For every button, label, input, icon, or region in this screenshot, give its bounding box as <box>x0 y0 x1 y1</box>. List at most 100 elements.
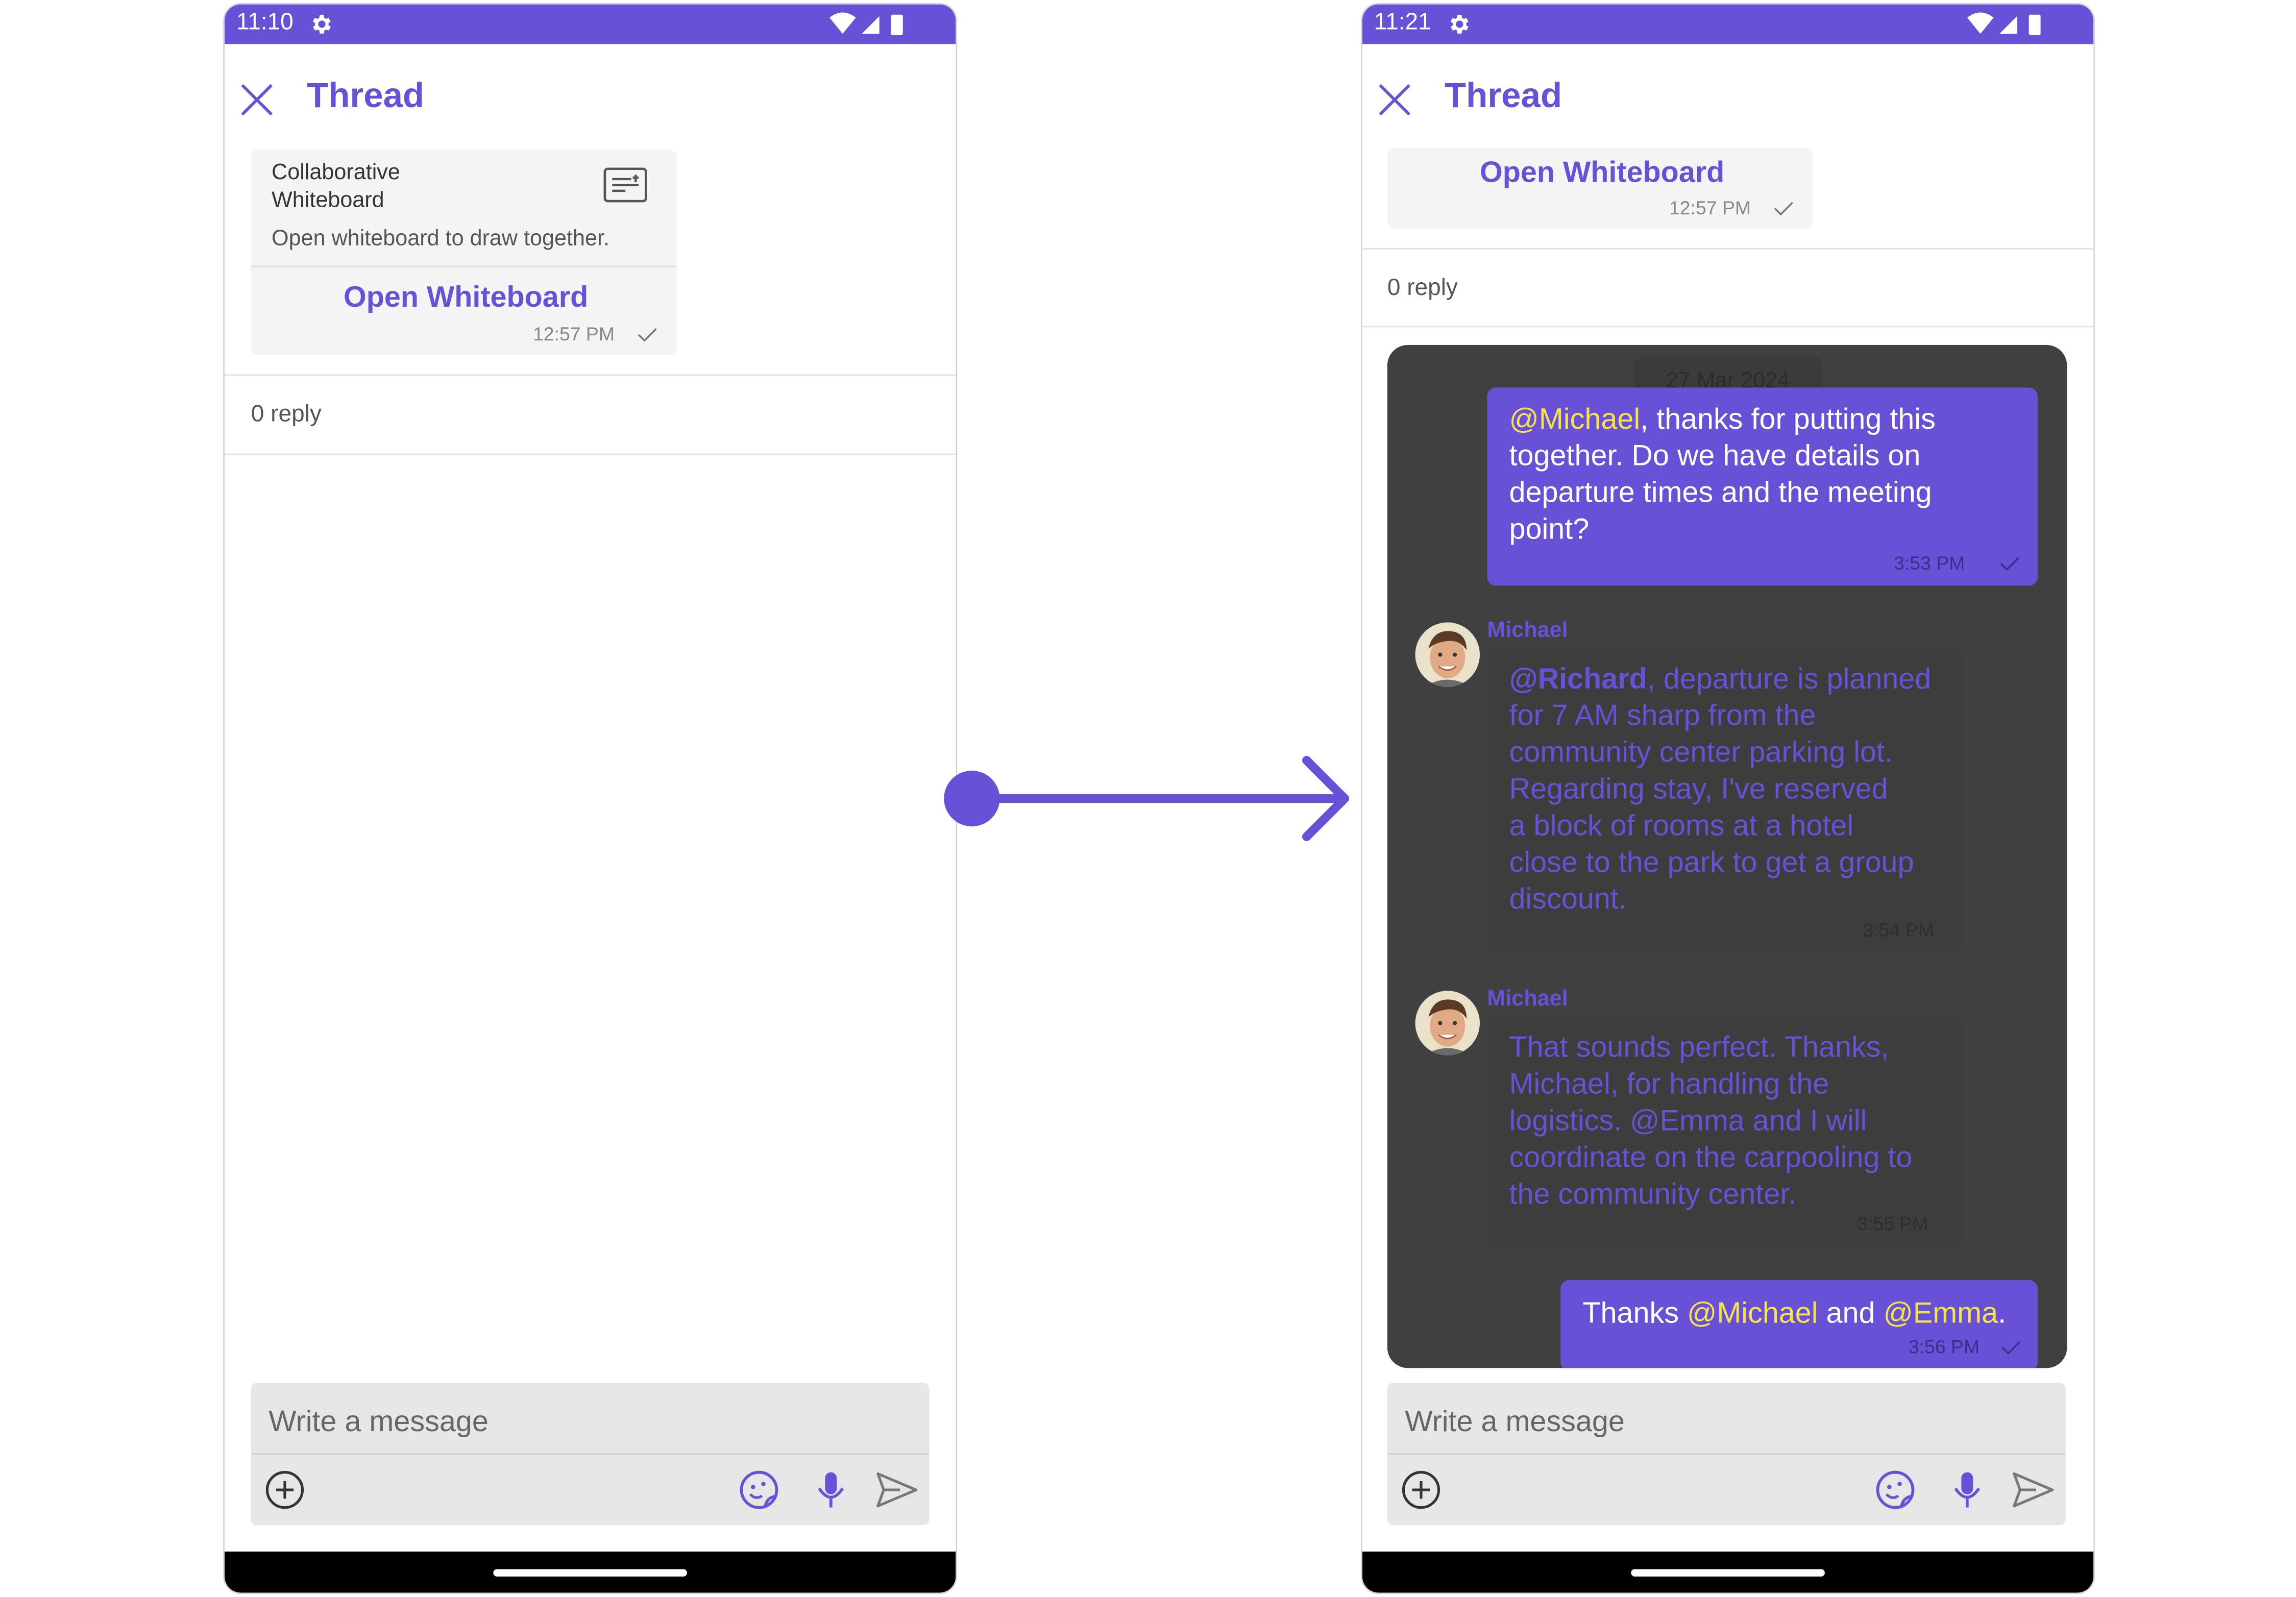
signal-icon <box>1999 16 2017 34</box>
text-line: community center parking lot. <box>1509 736 1893 770</box>
text-line: for 7 AM sharp from the <box>1509 700 1816 733</box>
sender-name: Michael <box>1487 618 1568 643</box>
message-text: That sounds perfect. Thanks, Michael, fo… <box>1509 1030 1957 1214</box>
battery-icon <box>2029 14 2041 36</box>
microphone-icon[interactable] <box>1945 1468 1989 1512</box>
reply-count: 0 reply <box>251 402 322 427</box>
phone-after: 11:21 Thread Open Whiteboard 12:57 PM 0 … <box>1361 3 2095 1594</box>
close-icon[interactable] <box>1377 82 1412 117</box>
text-line: departure times and the meeting <box>1509 477 1932 509</box>
text-line: close to the park to get a group <box>1509 847 1914 879</box>
card-title: Collaborative Whiteboard <box>272 160 400 213</box>
composer-divider <box>251 1453 930 1455</box>
text-line: discount. <box>1509 883 1627 916</box>
message-text: @Richard, departure is planned for 7 AM … <box>1509 662 1957 919</box>
sticker-icon[interactable] <box>1873 1468 1917 1512</box>
microphone-icon[interactable] <box>809 1468 853 1512</box>
open-whiteboard-button[interactable]: Open Whiteboard <box>344 282 588 315</box>
text-line: point? <box>1509 513 1590 546</box>
text-line: Michael, for handling the <box>1509 1068 1829 1101</box>
wifi-icon <box>1967 12 1994 34</box>
message-input[interactable] <box>265 1397 918 1447</box>
message-list: 27 Mar 2024 @Michael, thanks for putting… <box>1387 345 2067 1368</box>
whiteboard-icon <box>603 167 647 203</box>
incoming-message-bubble[interactable]: That sounds perfect. Thanks, Michael, fo… <box>1487 1016 1963 1248</box>
message-time: 12:57 PM <box>1669 196 1751 219</box>
page-title: Thread <box>307 76 425 116</box>
navigation-bar <box>1362 1551 2094 1593</box>
whiteboard-card: Open Whiteboard 12:57 PM <box>1387 148 1813 229</box>
add-attachment-icon[interactable] <box>263 1468 307 1512</box>
check-icon <box>638 328 657 342</box>
message-composer <box>251 1383 930 1526</box>
divider <box>225 374 956 376</box>
add-attachment-icon[interactable] <box>1399 1468 1443 1512</box>
whiteboard-card: Collaborative Whiteboard Open whiteboard… <box>251 150 677 355</box>
message-text: Thanks @Michael and @Emma. <box>1582 1296 2006 1333</box>
mention[interactable]: @Richard <box>1509 664 1647 696</box>
divider <box>1362 248 2094 250</box>
text-line: Regarding stay, I've reserved <box>1509 773 1888 806</box>
text-line: together. Do we have details on <box>1509 440 1921 473</box>
outgoing-message-bubble[interactable]: Thanks @Michael and @Emma. 3:56 PM <box>1560 1280 2038 1368</box>
mention[interactable]: @Emma <box>1884 1297 1998 1330</box>
status-bar: 11:10 <box>225 4 956 44</box>
settings-gear-icon <box>1450 15 1469 34</box>
open-whiteboard-button[interactable]: Open Whiteboard <box>1480 157 1724 191</box>
text-segment: . <box>1998 1297 2007 1330</box>
incoming-message-bubble[interactable]: @Richard, departure is planned for 7 AM … <box>1487 647 1963 953</box>
page-title: Thread <box>1444 76 1562 116</box>
message-composer <box>1387 1383 2066 1526</box>
check-icon <box>2000 557 2019 571</box>
text-line: , thanks for putting this <box>1640 403 1936 436</box>
message-time: 3:56 PM <box>1908 1336 1980 1358</box>
check-icon <box>1774 202 1793 216</box>
user-photo-icon <box>1415 991 1480 1055</box>
thread-header: Thread <box>225 44 956 150</box>
message-time: 12:57 PM <box>532 323 615 345</box>
system-status-icons <box>829 12 903 36</box>
card-divider <box>251 265 677 267</box>
divider <box>225 453 956 455</box>
reply-count: 0 reply <box>1387 276 1458 301</box>
sender-name: Michael <box>1487 986 1568 1012</box>
text-segment: and <box>1818 1297 1884 1330</box>
thread-header: Thread <box>1362 44 2093 150</box>
message-time: 3:54 PM <box>1863 919 1934 941</box>
message-input[interactable] <box>1402 1397 2054 1447</box>
sticker-icon[interactable] <box>737 1468 781 1512</box>
composer-divider <box>1387 1453 2066 1455</box>
send-icon[interactable] <box>875 1468 919 1512</box>
text-line: a block of rooms at a hotel <box>1509 810 1854 843</box>
status-time: 11:10 <box>236 10 294 36</box>
message-time: 3:55 PM <box>1857 1212 1928 1235</box>
settings-gear-icon <box>312 15 331 34</box>
card-description: Open whiteboard to draw together. <box>272 226 609 251</box>
home-indicator[interactable] <box>493 1569 687 1577</box>
signal-icon <box>862 16 880 34</box>
check-icon <box>2001 1341 2021 1355</box>
message-text: @Michael, thanks for putting this togeth… <box>1509 402 2031 549</box>
battery-icon <box>891 14 903 36</box>
text-line: coordinate on the carpooling to <box>1509 1142 1913 1174</box>
wifi-icon <box>829 12 856 34</box>
home-indicator[interactable] <box>1631 1569 1825 1577</box>
send-icon[interactable] <box>2011 1468 2055 1512</box>
avatar[interactable] <box>1415 991 1480 1055</box>
mention[interactable]: @Michael <box>1687 1297 1818 1330</box>
user-photo-icon <box>1415 622 1480 687</box>
close-icon[interactable] <box>239 82 275 117</box>
arrow-right-icon <box>944 756 1350 841</box>
avatar[interactable] <box>1415 622 1480 687</box>
status-bar: 11:21 <box>1362 4 2094 44</box>
message-time: 3:53 PM <box>1894 552 1965 574</box>
system-status-icons <box>1967 12 2041 36</box>
outgoing-message-bubble[interactable]: @Michael, thanks for putting this togeth… <box>1487 387 2038 586</box>
text-segment: Thanks <box>1582 1297 1687 1330</box>
divider <box>1362 326 2094 328</box>
phone-before: 11:10 Thread Collaborative Whiteboard Op… <box>223 3 958 1594</box>
text-line: That sounds perfect. Thanks, <box>1509 1031 1889 1065</box>
mention[interactable]: @Michael <box>1509 404 1641 436</box>
text-line: , departure is planned <box>1647 663 1932 696</box>
status-time: 11:21 <box>1374 10 1431 36</box>
